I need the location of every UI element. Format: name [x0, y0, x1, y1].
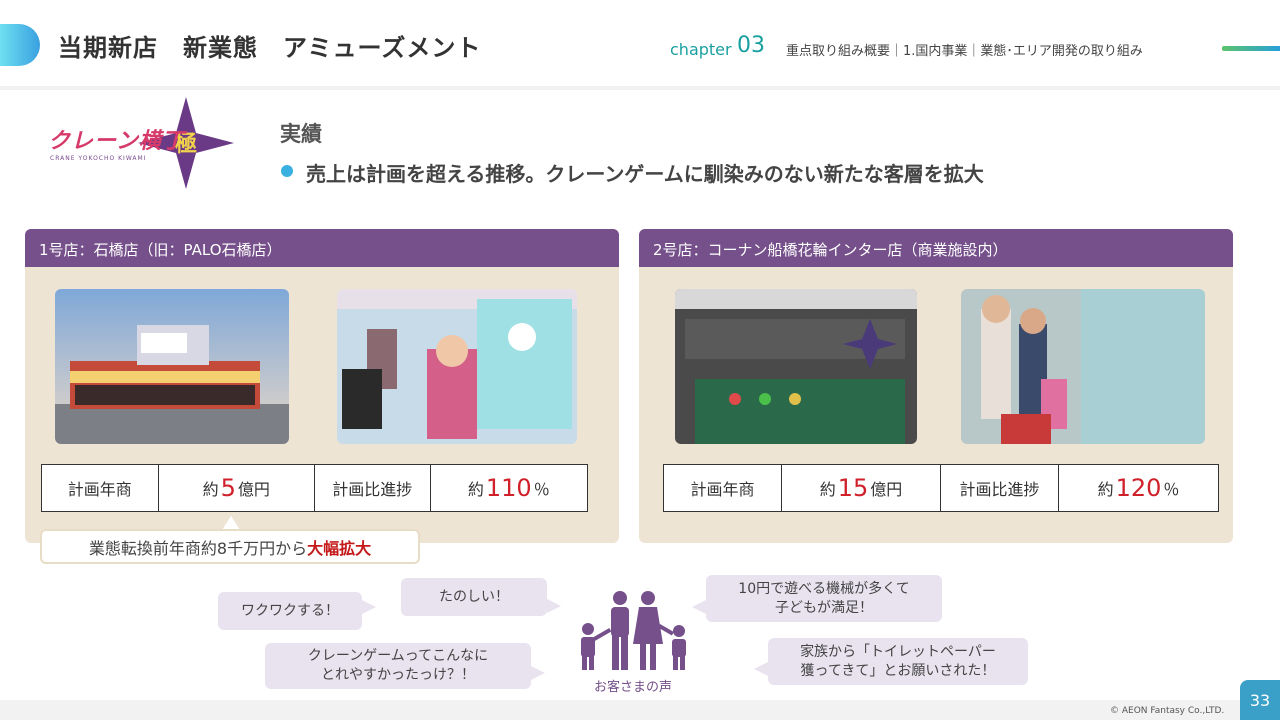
copyright: © AEON Fantasy Co.,LTD. — [1110, 706, 1225, 716]
chapter-label: chapter — [670, 40, 732, 59]
store-metrics-table: 計画年商 約 5 億円 計画比進捗 約 110 ％ — [41, 464, 588, 512]
chapter-accent-line — [1222, 46, 1280, 51]
brand-logo: 極 クレーン横丁 CRANE YOKOCHO KIWAMI — [44, 97, 234, 189]
plan-sales-value: 約 15 億円 — [782, 465, 941, 511]
plan-prefix: 約 — [819, 480, 836, 499]
voice-text: ワクワクする！ — [241, 602, 339, 619]
progress-amount: 110 — [485, 474, 532, 502]
storefront-photo — [675, 289, 917, 444]
store-card-2: 2号店：コーナン船橋花輪インター店（商業施設内） 計画年商 約 15 億円 計画比進 — [639, 229, 1233, 543]
store-card-header: 1号店：石橋店（旧：PALO石橋店） — [25, 229, 619, 267]
plan-unit: 億円 — [237, 480, 270, 499]
interior-photo — [337, 289, 577, 444]
plan-amount: 5 — [220, 474, 236, 502]
voice-bubble-3: クレーンゲームってこんなに とれやすかったっけ？！ — [265, 643, 531, 689]
voice-text: 獲ってきて」とお願いされた！ — [800, 662, 996, 679]
footer-bar — [0, 700, 1280, 720]
voice-text: 家族から「トイレットペーパー — [800, 643, 996, 660]
progress-value: 約 110 ％ — [431, 465, 587, 511]
store-card-header: 2号店：コーナン船橋花輪インター店（商業施設内） — [639, 229, 1233, 267]
progress-prefix: 約 — [1097, 480, 1114, 499]
breadcrumb: 重点取り組み概要｜1.国内事業｜業態･エリア開発の取り組み — [786, 44, 1143, 59]
customer-voice-label: お客さまの声 — [594, 680, 673, 695]
progress-prefix: 約 — [467, 480, 484, 499]
progress-value: 約 120 ％ — [1059, 465, 1218, 511]
header-accent-tab — [0, 24, 40, 66]
voice-bubble-2: たのしい！ — [401, 578, 547, 616]
progress-unit: ％ — [1163, 480, 1180, 499]
family-icon — [574, 588, 694, 672]
plan-sales-value: 約 5 億円 — [159, 465, 315, 511]
plan-amount: 15 — [837, 474, 869, 502]
results-heading: 実績 — [280, 122, 322, 146]
voice-bubble-5: 家族から「トイレットペーパー 獲ってきて」とお願いされた！ — [768, 638, 1028, 685]
bubble-tail — [754, 662, 768, 676]
page-title: 当期新店 新業態 アミューズメント — [58, 34, 482, 62]
progress-label: 計画比進捗 — [941, 465, 1059, 511]
callout-emphasis: 大幅拡大 — [307, 538, 372, 558]
bubble-tail — [692, 600, 706, 614]
results-summary: 売上は計画を超える推移。クレーンゲームに馴染みのない新たな客層を拡大 — [306, 162, 984, 186]
store-card-1: 1号店：石橋店（旧：PALO石橋店） 計画年商 約 5 億円 計画比進捗 約 1… — [25, 229, 619, 543]
progress-unit: ％ — [533, 480, 550, 499]
storefront-photo — [55, 289, 289, 444]
voice-text: クレーンゲームってこんなに — [307, 648, 489, 665]
plan-sales-label: 計画年商 — [664, 465, 782, 511]
voice-text: たのしい！ — [439, 588, 509, 605]
callout-pointer — [222, 516, 240, 530]
page-number: 33 — [1240, 680, 1280, 720]
voice-text: とれやすかったっけ？！ — [321, 667, 475, 683]
bubble-tail — [547, 599, 561, 613]
store-metrics-table: 計画年商 約 15 億円 計画比進捗 約 120 ％ — [663, 464, 1219, 512]
progress-amount: 120 — [1115, 474, 1162, 502]
callout-text: 業態転換前年商約8千万円から — [88, 538, 308, 558]
plan-prefix: 約 — [202, 480, 219, 499]
logo-wordmark: クレーン横丁 — [48, 129, 185, 154]
store-title: 2号店：コーナン船橋花輪インター店（商業施設内） — [653, 241, 1008, 259]
voice-bubble-1: ワクワクする！ — [218, 592, 362, 630]
voice-text: 10円で遊べる機械が多くて — [738, 580, 910, 597]
bullet-icon — [281, 165, 293, 177]
voice-bubble-4: 10円で遊べる機械が多くて 子どもが満足！ — [706, 575, 942, 622]
interior-photo — [961, 289, 1205, 444]
bubble-tail — [531, 666, 545, 680]
chapter-number: 03 — [737, 33, 765, 58]
slide-header: 当期新店 新業態 アミューズメント chapter 03 重点取り組み概要｜1.… — [0, 0, 1280, 88]
bubble-tail — [362, 600, 376, 614]
plan-unit: 億円 — [870, 480, 903, 499]
logo-subtitle: CRANE YOKOCHO KIWAMI — [50, 155, 147, 162]
progress-label: 計画比進捗 — [315, 465, 431, 511]
voice-text: 子どもが満足！ — [775, 599, 873, 616]
store-title: 1号店：石橋店（旧：PALO石橋店） — [39, 241, 282, 259]
header-divider — [0, 86, 1280, 90]
growth-callout: 業態転換前年商約8千万円から 大幅拡大 — [40, 529, 420, 564]
plan-sales-label: 計画年商 — [42, 465, 159, 511]
